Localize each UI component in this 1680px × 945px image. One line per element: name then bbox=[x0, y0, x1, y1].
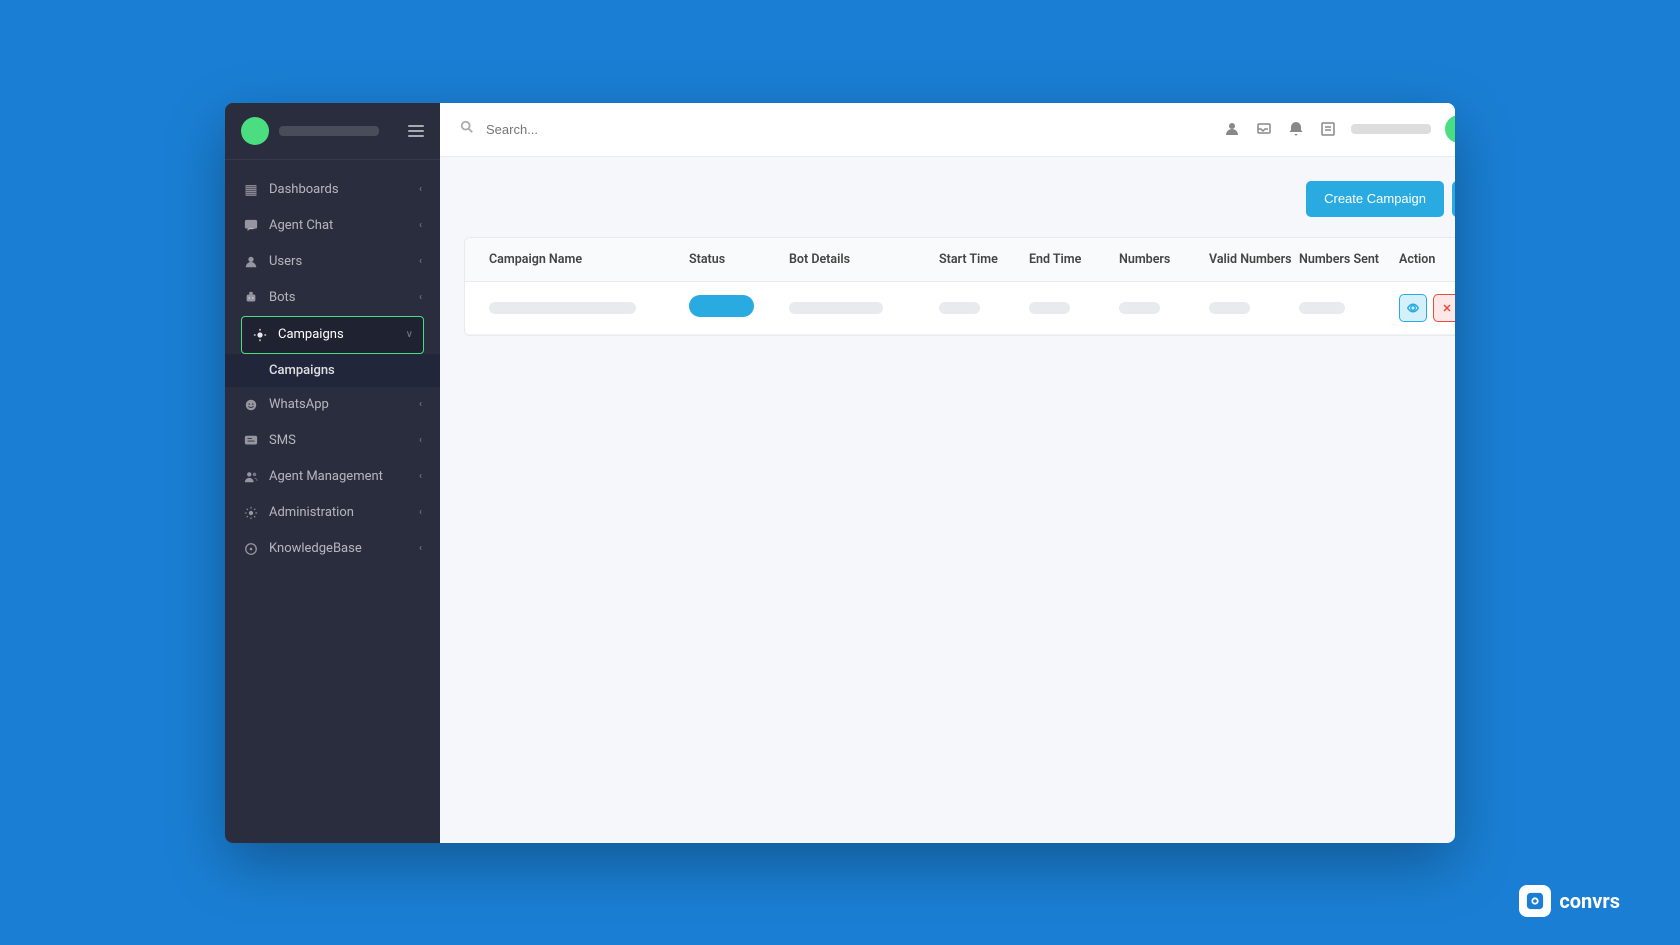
inbox-icon[interactable] bbox=[1255, 120, 1273, 138]
table-header: Campaign Name Status Bot Details Start T… bbox=[465, 238, 1455, 282]
logo-text-bar bbox=[279, 126, 379, 136]
sidebar-item-label: Campaigns bbox=[278, 327, 344, 342]
app-container: ▦ Dashboards ‹ Agent Chat ‹ Users ‹ bbox=[225, 103, 1455, 843]
search-input[interactable] bbox=[486, 122, 1211, 137]
sidebar-item-label: Administration bbox=[269, 505, 354, 520]
sidebar-item-label: Agent Chat bbox=[269, 218, 333, 233]
chevron-icon: ‹ bbox=[419, 543, 422, 554]
col-action: Action bbox=[1391, 238, 1455, 281]
chevron-icon: ‹ bbox=[419, 471, 422, 482]
chevron-icon: ‹ bbox=[419, 399, 422, 410]
skeleton-bar bbox=[1209, 302, 1250, 314]
sidebar-item-label: Dashboards bbox=[269, 182, 339, 197]
agent-chat-icon bbox=[243, 218, 259, 234]
skeleton-bar bbox=[1029, 302, 1070, 314]
search-icon bbox=[460, 120, 474, 138]
user-label-bar bbox=[1351, 124, 1431, 134]
cell-bot-details bbox=[781, 290, 931, 326]
skeleton-bar bbox=[1119, 302, 1160, 314]
sidebar-item-whatsapp[interactable]: WhatsApp ‹ bbox=[225, 387, 440, 423]
col-start-time: Start Time bbox=[931, 238, 1021, 281]
delete-button[interactable] bbox=[1433, 294, 1455, 322]
cell-numbers bbox=[1111, 290, 1201, 326]
sidebar-item-bots[interactable]: Bots ‹ bbox=[225, 280, 440, 316]
col-numbers-sent: Numbers Sent bbox=[1291, 238, 1391, 281]
col-bot-details: Bot Details bbox=[781, 238, 931, 281]
col-campaign-name: Campaign Name bbox=[481, 238, 681, 281]
skeleton-bar bbox=[1299, 302, 1345, 314]
sidebar-nav: ▦ Dashboards ‹ Agent Chat ‹ Users ‹ bbox=[225, 160, 440, 843]
users-icon bbox=[243, 254, 259, 270]
view-button[interactable] bbox=[1399, 294, 1427, 322]
bell-icon[interactable] bbox=[1287, 120, 1305, 138]
sidebar-item-label: Agent Management bbox=[269, 469, 383, 484]
user-profile-icon[interactable] bbox=[1223, 120, 1241, 138]
cell-campaign-name bbox=[481, 290, 681, 326]
brand-label: convrs bbox=[1559, 889, 1620, 913]
sms-icon bbox=[243, 433, 259, 449]
chevron-icon: ∨ bbox=[406, 329, 413, 340]
sidebar: ▦ Dashboards ‹ Agent Chat ‹ Users ‹ bbox=[225, 103, 440, 843]
sidebar-item-dashboards[interactable]: ▦ Dashboards ‹ bbox=[225, 172, 440, 208]
sidebar-item-campaigns[interactable]: Campaigns ∨ bbox=[241, 316, 424, 354]
sidebar-item-label: Users bbox=[269, 254, 302, 269]
brand-icon bbox=[1519, 885, 1551, 917]
sidebar-header bbox=[225, 103, 440, 160]
cell-status bbox=[681, 283, 781, 333]
col-status: Status bbox=[681, 238, 781, 281]
create-campaign-button[interactable]: Create Campaign bbox=[1306, 181, 1444, 217]
brand-footer: convrs bbox=[1519, 885, 1620, 917]
administration-icon bbox=[243, 505, 259, 521]
hamburger-icon[interactable] bbox=[408, 125, 424, 137]
refresh-button[interactable] bbox=[1452, 181, 1455, 217]
cell-valid-numbers bbox=[1201, 290, 1291, 326]
sidebar-item-label: Bots bbox=[269, 290, 295, 305]
user-avatar[interactable] bbox=[1445, 115, 1455, 143]
cell-action bbox=[1391, 282, 1455, 334]
chevron-icon: ‹ bbox=[419, 220, 422, 231]
whatsapp-icon bbox=[243, 397, 259, 413]
cell-numbers-sent bbox=[1291, 290, 1391, 326]
sidebar-item-agent-management[interactable]: Agent Management ‹ bbox=[225, 459, 440, 495]
sidebar-item-knowledgebase[interactable]: KnowledgeBase ‹ bbox=[225, 531, 440, 567]
sidebar-item-label: WhatsApp bbox=[269, 397, 329, 412]
status-badge bbox=[689, 295, 754, 317]
sidebar-sub-item-campaigns[interactable]: Campaigns bbox=[225, 354, 440, 387]
page-header: Create Campaign bbox=[464, 181, 1455, 217]
chevron-icon: ‹ bbox=[419, 292, 422, 303]
sidebar-item-agent-chat[interactable]: Agent Chat ‹ bbox=[225, 208, 440, 244]
table-row bbox=[465, 282, 1455, 335]
col-numbers: Numbers bbox=[1111, 238, 1201, 281]
chevron-icon: ‹ bbox=[419, 435, 422, 446]
cell-start-time bbox=[931, 290, 1021, 326]
page-area: Create Campaign Campaign Name Status Bot… bbox=[440, 157, 1455, 843]
campaigns-table: Campaign Name Status Bot Details Start T… bbox=[464, 237, 1455, 336]
dashboards-icon: ▦ bbox=[243, 182, 259, 198]
skeleton-bar bbox=[489, 302, 636, 314]
skeleton-bar bbox=[789, 302, 883, 314]
cell-end-time bbox=[1021, 290, 1111, 326]
campaigns-icon bbox=[252, 327, 268, 343]
sidebar-item-sms[interactable]: SMS ‹ bbox=[225, 423, 440, 459]
col-end-time: End Time bbox=[1021, 238, 1111, 281]
chevron-icon: ‹ bbox=[419, 507, 422, 518]
col-valid-numbers: Valid Numbers bbox=[1201, 238, 1291, 281]
action-buttons bbox=[1399, 294, 1455, 322]
topbar: ▾ bbox=[440, 103, 1455, 157]
knowledgebase-icon bbox=[243, 541, 259, 557]
sidebar-item-administration[interactable]: Administration ‹ bbox=[225, 495, 440, 531]
bots-icon bbox=[243, 290, 259, 306]
sub-item-label: Campaigns bbox=[269, 363, 335, 378]
list-icon[interactable] bbox=[1319, 120, 1337, 138]
chevron-icon: ‹ bbox=[419, 256, 422, 267]
logo-circle bbox=[241, 117, 269, 145]
skeleton-bar bbox=[939, 302, 980, 314]
sidebar-item-label: SMS bbox=[269, 433, 296, 448]
sidebar-item-label: KnowledgeBase bbox=[269, 541, 362, 556]
main-content: ▾ Create Campaign Campaign Name Status B… bbox=[440, 103, 1455, 843]
sidebar-item-users[interactable]: Users ‹ bbox=[225, 244, 440, 280]
agent-management-icon bbox=[243, 469, 259, 485]
chevron-icon: ‹ bbox=[419, 184, 422, 195]
topbar-right: ▾ bbox=[1223, 115, 1455, 143]
